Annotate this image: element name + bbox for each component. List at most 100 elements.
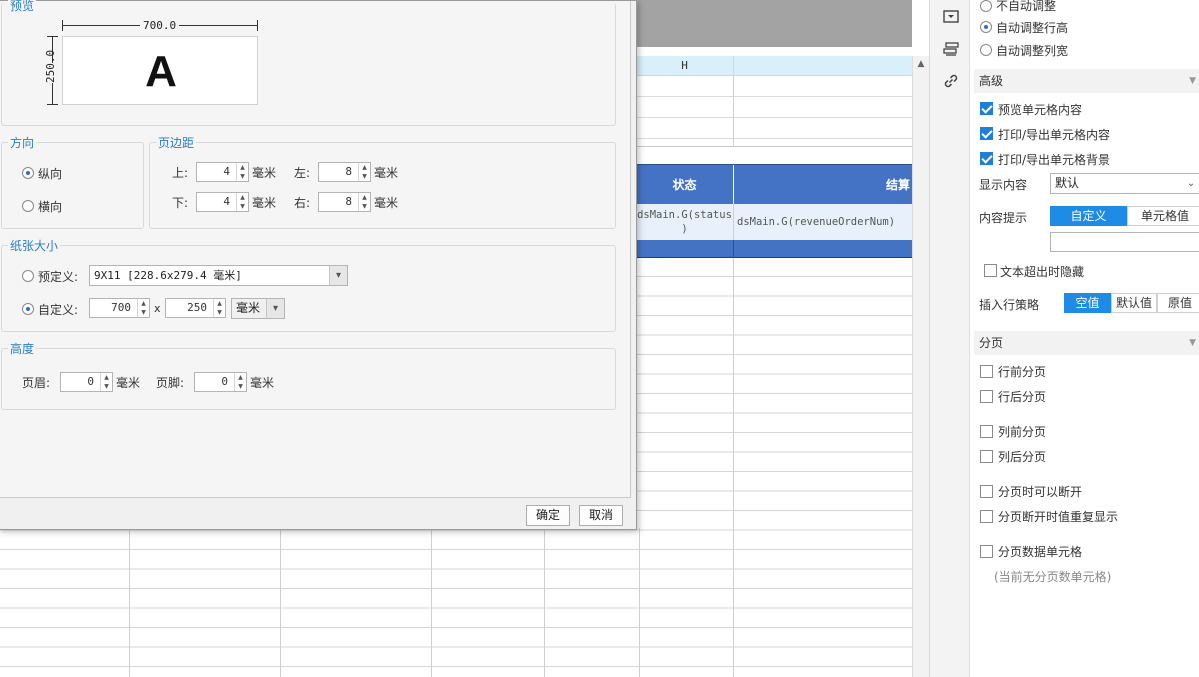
column-header-h[interactable]: H	[636, 56, 733, 76]
break-before-col-label[interactable]: 列前分页	[998, 423, 1046, 440]
custom-width-input[interactable]: 700 ▲ ▼	[89, 298, 150, 318]
margin-top-input[interactable]: 4 ▲ ▼	[196, 162, 249, 182]
scroll-up-icon[interactable]: ▲	[913, 56, 929, 72]
cell-status[interactable]: dsMain.G(status )	[636, 204, 733, 240]
portrait-radio[interactable]	[22, 167, 34, 179]
cell-revenue[interactable]: dsMain.G(revenueOrderNum)	[737, 204, 912, 240]
hide-overflow-checkbox[interactable]	[984, 264, 997, 277]
margin-bottom-value[interactable]: 4	[223, 193, 230, 211]
break-before-row-label[interactable]: 行前分页	[998, 363, 1046, 380]
custom-unit-value[interactable]: 毫米	[236, 299, 260, 318]
break-after-row-checkbox[interactable]	[980, 390, 993, 403]
no-auto-adjust-label[interactable]: 不自动调整	[996, 0, 1056, 14]
cancel-button[interactable]: 取消	[579, 505, 623, 526]
chevron-up-icon[interactable]: ▲	[237, 193, 248, 202]
cell-attributes-icon[interactable]	[942, 40, 960, 58]
tooltip-cell-toggle[interactable]: 单元格值	[1127, 206, 1199, 226]
display-content-value[interactable]: 默认	[1055, 174, 1079, 193]
chevron-down-icon[interactable]: ▼	[237, 202, 248, 211]
predefined-radio[interactable]	[22, 270, 34, 282]
margin-bottom-input[interactable]: 4 ▲ ▼	[196, 192, 249, 212]
page-data-cell-checkbox[interactable]	[980, 545, 993, 558]
custom-radio[interactable]	[22, 303, 34, 315]
vertical-scrollbar[interactable]: ▲	[912, 56, 929, 677]
predefined-select[interactable]: 9X11 [228.6x279.4 毫米] ▾	[89, 265, 348, 286]
chevron-down-icon[interactable]: ▾	[329, 266, 347, 285]
custom-width-value[interactable]: 700	[111, 299, 131, 317]
custom-label[interactable]: 自定义:	[38, 301, 78, 318]
chevron-up-icon[interactable]: ▲	[359, 163, 370, 172]
margin-top-value[interactable]: 4	[223, 163, 230, 181]
landscape-radio[interactable]	[22, 200, 34, 212]
portrait-label[interactable]: 纵向	[38, 165, 62, 182]
tooltip-custom-toggle[interactable]: 自定义	[1050, 206, 1127, 226]
table-data-row[interactable]: dsMain.G(status ) dsMain.G(revenueOrderN…	[636, 204, 912, 240]
margin-right-input[interactable]: 8 ▲ ▼	[318, 192, 371, 212]
break-before-col-checkbox[interactable]	[980, 425, 993, 438]
chevron-up-icon[interactable]: ▲	[138, 299, 149, 308]
collapse-caret-icon[interactable]: ▼	[1189, 331, 1196, 355]
break-after-col-label[interactable]: 列后分页	[998, 448, 1046, 465]
custom-height-input[interactable]: 250 ▲ ▼	[165, 298, 226, 318]
table-header-row[interactable]: 状态 结算	[636, 164, 912, 205]
chevron-down-icon[interactable]: ▼	[214, 308, 225, 317]
margin-left-value[interactable]: 8	[345, 163, 352, 181]
chevron-up-icon[interactable]: ▲	[214, 299, 225, 308]
predefined-value[interactable]: 9X11 [228.6x279.4 毫米]	[94, 266, 242, 285]
insert-original-toggle[interactable]: 原值	[1157, 293, 1199, 313]
auto-col-width-label[interactable]: 自动调整列宽	[996, 42, 1068, 59]
break-after-col-checkbox[interactable]	[980, 450, 993, 463]
predefined-label[interactable]: 预定义:	[38, 268, 78, 285]
custom-unit-select[interactable]: 毫米 ▾	[231, 298, 285, 319]
margin-right-value[interactable]: 8	[345, 193, 352, 211]
chevron-down-icon[interactable]: ▼	[359, 202, 370, 211]
auto-row-height-radio[interactable]	[980, 21, 992, 33]
page-data-cell-label[interactable]: 分页数据单元格	[998, 543, 1082, 560]
chevron-down-icon[interactable]: ▾	[266, 299, 284, 318]
header-cell-status[interactable]: 状态	[636, 165, 733, 205]
margin-top-stepper[interactable]: ▲ ▼	[236, 163, 248, 181]
chevron-up-icon[interactable]: ▲	[237, 163, 248, 172]
preview-content-label[interactable]: 预览单元格内容	[998, 101, 1082, 118]
lower-grid[interactable]	[0, 528, 640, 677]
cell-element-icon[interactable]	[942, 8, 960, 26]
header-height-stepper[interactable]: ▲ ▼	[100, 373, 112, 391]
footer-height-value[interactable]: 0	[221, 373, 228, 391]
auto-col-width-radio[interactable]	[980, 44, 992, 56]
repeat-on-break-checkbox[interactable]	[980, 510, 993, 523]
can-break-checkbox[interactable]	[980, 485, 993, 498]
margin-right-stepper[interactable]: ▲ ▼	[358, 193, 370, 211]
custom-width-stepper[interactable]: ▲ ▼	[137, 299, 149, 317]
chevron-down-icon[interactable]: ▼	[138, 308, 149, 317]
margin-left-input[interactable]: 8 ▲ ▼	[318, 162, 371, 182]
chevron-down-icon[interactable]: ⌄	[1182, 174, 1199, 193]
header-cell-result[interactable]: 结算	[734, 165, 912, 205]
chevron-down-icon[interactable]: ▼	[235, 382, 246, 391]
advanced-section-header[interactable]: 高级 ▼	[974, 69, 1199, 93]
print-background-checkbox[interactable]	[980, 152, 993, 165]
preview-content-checkbox[interactable]	[980, 102, 993, 115]
custom-height-stepper[interactable]: ▲ ▼	[213, 299, 225, 317]
chevron-down-icon[interactable]: ▼	[359, 172, 370, 181]
tooltip-input[interactable]	[1050, 232, 1199, 252]
can-break-label[interactable]: 分页时可以断开	[998, 483, 1082, 500]
break-after-row-label[interactable]: 行后分页	[998, 388, 1046, 405]
print-content-label[interactable]: 打印/导出单元格内容	[998, 126, 1110, 143]
pagination-section-header[interactable]: 分页 ▼	[974, 331, 1199, 355]
display-content-select[interactable]: 默认 ⌄	[1050, 173, 1199, 194]
landscape-label[interactable]: 横向	[38, 198, 62, 215]
break-before-row-checkbox[interactable]	[980, 365, 993, 378]
chevron-up-icon[interactable]: ▲	[359, 193, 370, 202]
repeat-on-break-label[interactable]: 分页断开时值重复显示	[998, 508, 1118, 525]
hyperlink-icon[interactable]	[942, 72, 960, 90]
margin-bottom-stepper[interactable]: ▲ ▼	[236, 193, 248, 211]
auto-row-height-label[interactable]: 自动调整行高	[996, 19, 1068, 36]
hide-overflow-label[interactable]: 文本超出时隐藏	[1000, 263, 1084, 280]
insert-empty-toggle[interactable]: 空值	[1064, 293, 1111, 313]
footer-height-stepper[interactable]: ▲ ▼	[234, 373, 246, 391]
insert-default-toggle[interactable]: 默认值	[1111, 293, 1157, 313]
ok-button[interactable]: 确定	[526, 505, 570, 526]
print-background-label[interactable]: 打印/导出单元格背景	[998, 151, 1110, 168]
footer-height-input[interactable]: 0 ▲ ▼	[194, 372, 247, 392]
no-auto-adjust-radio[interactable]	[980, 0, 992, 12]
